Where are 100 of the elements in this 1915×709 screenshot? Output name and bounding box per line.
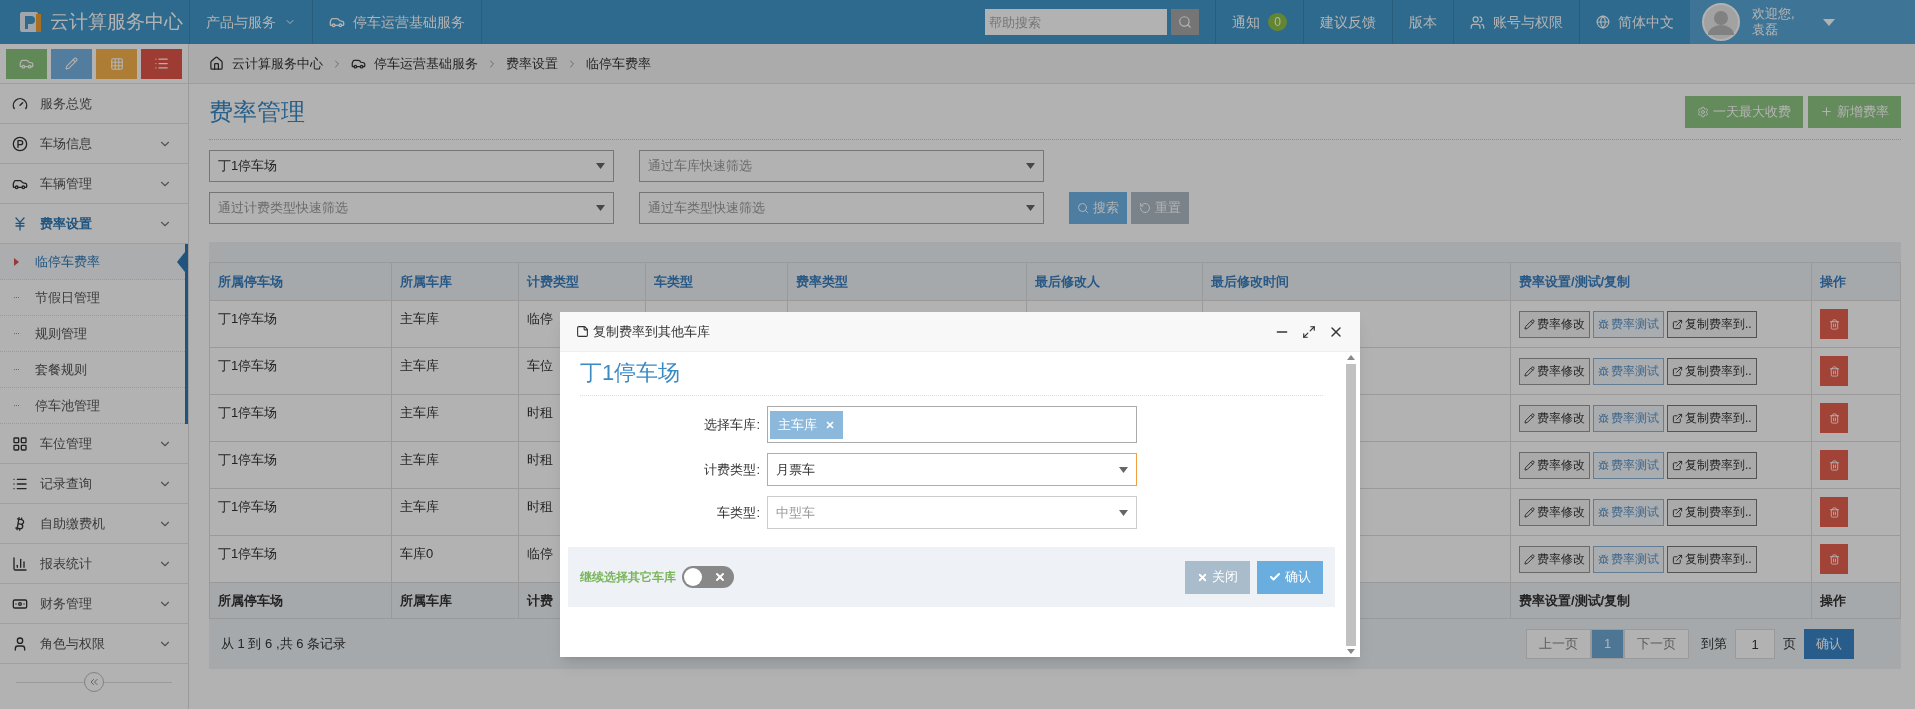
- trash-icon: [1828, 506, 1840, 518]
- edit-rate-button[interactable]: 费率修改: [1519, 451, 1590, 479]
- table-cell: 丁1停车场: [209, 488, 392, 536]
- bug-icon: [1598, 365, 1609, 377]
- footer-cell: 所属停车场: [209, 582, 392, 619]
- bug-icon: [1598, 553, 1609, 565]
- submenu-item[interactable]: 套餐规则: [0, 352, 185, 388]
- caret-icon: [1822, 18, 1835, 26]
- external-link-icon: [1672, 365, 1683, 377]
- dropdown-arrow-icon: [1119, 509, 1128, 516]
- record-summary: 从 1 到 6 ,共 6 条记录: [221, 635, 346, 654]
- sidebar-item[interactable]: 车场信息: [0, 124, 188, 164]
- dropdown-arrow-icon: [1119, 466, 1128, 473]
- delete-button[interactable]: [1820, 497, 1848, 527]
- table-cell: 主车库: [391, 488, 519, 536]
- column-header: 最后修改时间: [1202, 262, 1511, 301]
- users-icon: [1470, 14, 1485, 30]
- page-number-field[interactable]: 1: [1735, 629, 1775, 659]
- table-cell: 丁1停车场: [209, 535, 392, 583]
- field-label: 计费类型:: [703, 460, 760, 479]
- sidebar-item[interactable]: 车位管理: [0, 424, 188, 464]
- greeting-text: 欢迎您,: [1752, 6, 1795, 22]
- copy-rate-button[interactable]: 复制费率到..: [1667, 545, 1757, 573]
- goto-label: 到第: [1701, 635, 1727, 654]
- edit-rate-button[interactable]: 费率修改: [1519, 545, 1590, 573]
- column-header: 最后修改人: [1026, 262, 1203, 301]
- pencil-icon: [65, 57, 78, 70]
- table-cell: 丁1停车场: [209, 300, 392, 348]
- sidebar-item[interactable]: 角色与权限: [0, 624, 188, 664]
- table-cell: 丁1停车场: [209, 347, 392, 395]
- table-cell: 车库0: [391, 535, 519, 583]
- select-placeholder: 通过车类型快速筛选: [648, 199, 765, 218]
- dropdown-arrow-icon: [596, 205, 605, 211]
- grid-shortcut-button[interactable]: [96, 48, 137, 79]
- select-placeholder: 中型车: [776, 503, 815, 522]
- search-button[interactable]: [1171, 9, 1200, 35]
- pencil-icon: [1524, 412, 1535, 424]
- delete-button[interactable]: [1820, 356, 1848, 386]
- dialog-select[interactable]: 中型车: [767, 496, 1137, 529]
- trash-icon: [1828, 553, 1840, 565]
- sidebar-item[interactable]: 记录查询: [0, 464, 188, 504]
- breadcrumb-link[interactable]: 费率设置: [506, 53, 558, 74]
- filter-select[interactable]: 丁1停车场: [209, 150, 614, 182]
- delete-button[interactable]: [1820, 544, 1848, 574]
- column-header: 操作: [1811, 262, 1901, 301]
- copy-rate-button[interactable]: 复制费率到..: [1667, 357, 1757, 385]
- column-header: 费率类型: [787, 262, 1027, 301]
- check-icon: [1269, 571, 1281, 583]
- submenu-item[interactable]: 临停车费率: [0, 244, 185, 280]
- sidebar-item[interactable]: 服务总览: [0, 84, 188, 124]
- copy-rate-button[interactable]: 复制费率到..: [1667, 310, 1757, 338]
- remove-icon[interactable]: [825, 419, 835, 430]
- sidebar-item[interactable]: 报表统计: [0, 544, 188, 584]
- table-cell: 主车库: [391, 347, 519, 395]
- column-header: 车类型: [645, 262, 788, 301]
- copy-rate-button[interactable]: 复制费率到..: [1667, 451, 1757, 479]
- sidebar-item[interactable]: 车辆管理: [0, 164, 188, 204]
- car-shortcut-button[interactable]: [6, 48, 47, 79]
- garage-tag: 主车库: [770, 410, 843, 439]
- breadcrumb-link[interactable]: 停车运营基础服务: [374, 53, 478, 74]
- copy-rate-button[interactable]: 复制费率到..: [1667, 404, 1757, 432]
- column-header: 费率设置/测试/复制: [1510, 262, 1812, 301]
- edit-rate-button[interactable]: 费率修改: [1519, 310, 1590, 338]
- column-header: 所属停车场: [209, 262, 392, 301]
- edit-rate-button[interactable]: 费率修改: [1519, 357, 1590, 385]
- goto-confirm-button[interactable]: 确认: [1804, 629, 1854, 659]
- trash-icon: [1828, 365, 1840, 377]
- footer-cell: 费率设置/测试/复制: [1510, 582, 1812, 619]
- delete-button[interactable]: [1820, 450, 1848, 480]
- delete-button[interactable]: [1820, 403, 1848, 433]
- dropdown-arrow-icon: [1026, 205, 1035, 211]
- column-header: 计费类型: [518, 262, 646, 301]
- dropdown-arrow-icon: [1026, 163, 1035, 169]
- submenu-item[interactable]: 规则管理: [0, 316, 185, 352]
- select-placeholder: 通过车库快速筛选: [648, 157, 752, 176]
- copy-rate-button[interactable]: 复制费率到..: [1667, 498, 1757, 526]
- continue-toggle[interactable]: [682, 566, 734, 588]
- maximize-icon[interactable]: [1302, 324, 1316, 339]
- trash-icon: [1828, 459, 1840, 471]
- edit-rate-button[interactable]: 费率修改: [1519, 404, 1590, 432]
- submenu-item[interactable]: 停车池管理: [0, 388, 185, 424]
- delete-button[interactable]: [1820, 309, 1848, 339]
- logo-icon: [20, 10, 42, 34]
- edit-shortcut-button[interactable]: [51, 48, 92, 79]
- bug-icon: [1598, 506, 1609, 518]
- breadcrumb-link[interactable]: 云计算服务中心: [232, 53, 323, 74]
- submenu-item[interactable]: 节假日管理: [0, 280, 185, 316]
- sidebar-item[interactable]: 自助缴费机: [0, 504, 188, 544]
- reset-icon: [1139, 202, 1151, 214]
- list-shortcut-button[interactable]: [141, 48, 182, 79]
- home-icon: [209, 56, 224, 71]
- external-link-icon: [1672, 412, 1683, 424]
- sidebar-item[interactable]: 财务管理: [0, 584, 188, 624]
- dropdown-arrow-icon: [596, 163, 605, 169]
- select-value: 月票车: [776, 460, 815, 479]
- user-name: 袁磊: [1752, 22, 1779, 38]
- breadcrumb-link[interactable]: 临停车费率: [586, 53, 651, 74]
- dialog-select[interactable]: 月票车: [767, 453, 1137, 486]
- gear-icon: [1697, 105, 1709, 118]
- edit-rate-button[interactable]: 费率修改: [1519, 498, 1590, 526]
